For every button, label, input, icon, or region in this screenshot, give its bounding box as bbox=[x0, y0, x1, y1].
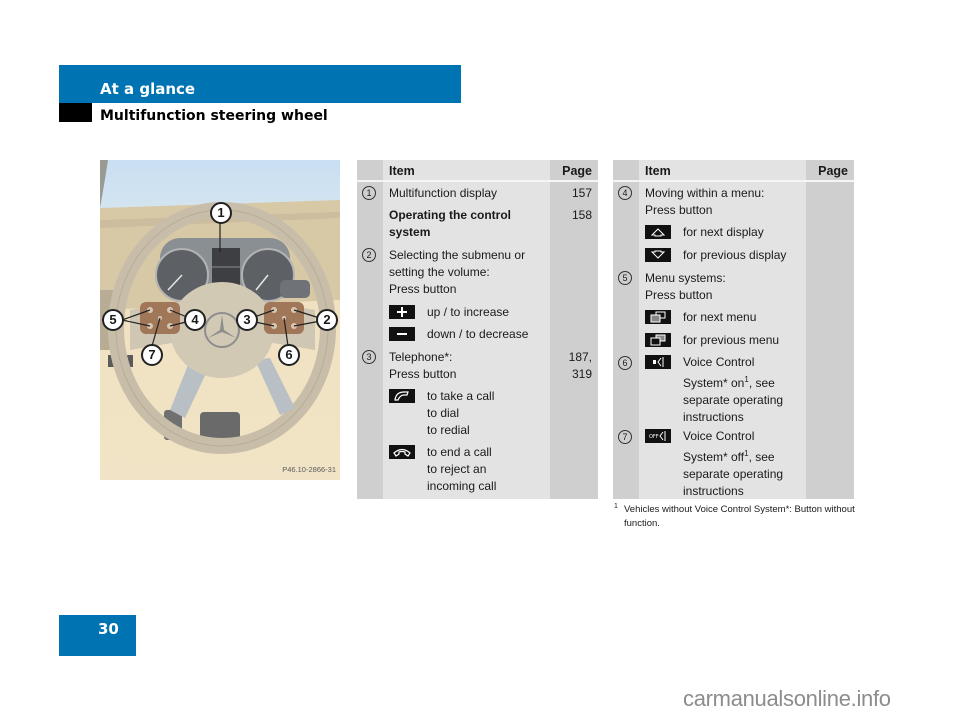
item-number-4: 4 bbox=[618, 186, 632, 200]
voice-off-row: OFF Voice Control System* off1, see sepa… bbox=[645, 428, 802, 498]
item-5-text: Menu systems: Press button bbox=[645, 271, 726, 302]
watermark[interactable]: carmanualsonline.info bbox=[683, 686, 891, 712]
items-table-left: Item Page 1 Multifunction display 157 Op… bbox=[357, 160, 598, 499]
arrow-up-icon bbox=[645, 225, 671, 239]
item-1-page: 157 bbox=[571, 186, 592, 200]
footnote-marker: 1 bbox=[614, 503, 618, 510]
previous-menu-icon bbox=[645, 333, 671, 347]
item-1b-text: Operating the control system bbox=[389, 208, 512, 239]
item-number-3: 3 bbox=[362, 350, 376, 364]
footnote: 1 Vehicles without Voice Control System*… bbox=[614, 503, 859, 531]
svg-text:OFF: OFF bbox=[649, 434, 659, 440]
header-page: Page bbox=[562, 164, 592, 178]
button-phone-pickup-row: to take a call to dial to redial bbox=[389, 388, 546, 442]
next-menu-icon bbox=[645, 310, 671, 324]
header-item: Item bbox=[389, 164, 415, 178]
voice-on-row: Voice Control System* on1, see separate … bbox=[645, 354, 802, 424]
voice-control-on-icon bbox=[645, 355, 671, 369]
header-marker bbox=[59, 103, 92, 122]
item-number-5: 5 bbox=[618, 271, 632, 285]
item-1-text: Multifunction display bbox=[389, 186, 498, 200]
item-number-7: 7 bbox=[618, 430, 632, 444]
illustration-code: P46.10-2866-31 bbox=[282, 465, 336, 474]
table-header: Item Page bbox=[613, 160, 854, 182]
section-title: At a glance bbox=[100, 80, 196, 98]
page-number: 30 bbox=[98, 620, 119, 638]
minus-icon bbox=[389, 327, 415, 341]
item-number-1: 1 bbox=[362, 186, 376, 200]
subsection-title: Multifunction steering wheel bbox=[100, 108, 328, 124]
items-table-right: Item Page 4 Moving within a menu: Press … bbox=[613, 160, 854, 499]
callout-3: 3 bbox=[236, 309, 258, 331]
item-number-2: 2 bbox=[362, 248, 376, 262]
header-page: Page bbox=[818, 164, 848, 178]
header-item: Item bbox=[645, 164, 671, 178]
item-1b-page: 158 bbox=[571, 208, 592, 222]
footnote-text: Vehicles without Voice Control System*: … bbox=[624, 504, 855, 529]
arrow-down-icon bbox=[645, 248, 671, 262]
item-number-6: 6 bbox=[618, 356, 632, 370]
button-phone-hangup-row: to end a call to reject an incoming call bbox=[389, 444, 546, 498]
callout-4: 4 bbox=[184, 309, 206, 331]
item-3-page: 187, 319 bbox=[568, 350, 592, 381]
callout-2: 2 bbox=[316, 309, 338, 331]
steering-wheel-illustration: 1 2 3 4 5 6 7 P46.10-2866-31 bbox=[100, 160, 340, 480]
phone-pickup-icon bbox=[389, 389, 415, 403]
phone-hangup-icon bbox=[389, 445, 415, 459]
voice-control-off-icon: OFF bbox=[645, 429, 671, 443]
table-header: Item Page bbox=[357, 160, 598, 182]
callout-5: 5 bbox=[102, 309, 124, 331]
plus-icon bbox=[389, 305, 415, 319]
callout-7: 7 bbox=[141, 344, 163, 366]
callout-6: 6 bbox=[278, 344, 300, 366]
callout-1: 1 bbox=[210, 202, 232, 224]
item-3-text: Telephone*: Press button bbox=[389, 350, 457, 381]
item-2-text: Selecting the submenu or setting the vol… bbox=[389, 248, 526, 296]
item-4-text: Moving within a menu: Press button bbox=[645, 186, 765, 217]
